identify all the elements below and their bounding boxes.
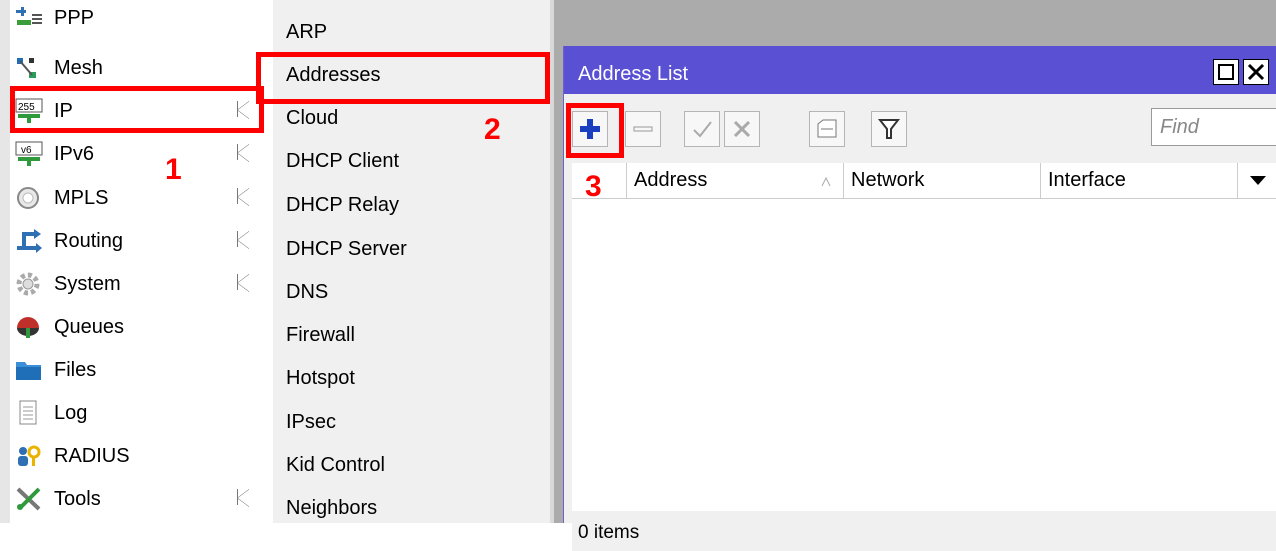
ppp-icon: [14, 5, 44, 31]
window-title: Address List: [578, 63, 689, 85]
comment-button[interactable]: [809, 111, 845, 147]
folder-icon: [14, 357, 44, 383]
disable-x-icon: [733, 120, 751, 138]
menu-label: Log: [54, 401, 88, 424]
disable-button[interactable]: [724, 111, 760, 147]
ipv6-icon: v6: [14, 141, 44, 167]
filter-icon: [877, 119, 901, 139]
menu-item-system[interactable]: System: [12, 266, 260, 302]
sort-indicator-icon: [821, 177, 831, 187]
menu-label: RADIUS: [54, 444, 130, 467]
menu-label: Mesh: [54, 56, 103, 79]
menu-label: Routing: [54, 229, 123, 252]
menu-strip: [0, 0, 10, 523]
chevron-right-icon: [237, 489, 249, 507]
main-menu: PPP Mesh 255 IP v6 IPv6 MPLS Routing Sys…: [0, 0, 265, 523]
menu-label: Tools: [54, 487, 101, 510]
menu-label: MPLS: [54, 186, 109, 209]
column-divider: [843, 163, 844, 199]
routing-icon: [14, 228, 44, 254]
filter-button[interactable]: [871, 111, 907, 147]
queues-icon: [14, 314, 44, 340]
address-table-body[interactable]: [572, 199, 1276, 511]
menu-label: Files: [54, 358, 97, 381]
submenu-item-dhcp-relay[interactable]: DHCP Relay: [286, 185, 536, 225]
mesh-icon: [14, 55, 44, 81]
remove-button[interactable]: [625, 111, 661, 147]
submenu-item-dhcp-server[interactable]: DHCP Server: [286, 229, 536, 269]
annotation-step-1: 1: [165, 153, 182, 186]
submenu-item-hotspot[interactable]: Hotspot: [286, 358, 536, 398]
desktop-edge: [550, 0, 554, 523]
column-header-interface[interactable]: Interface: [1040, 163, 1237, 199]
submenu-item-ipsec[interactable]: IPsec: [286, 402, 536, 442]
tools-icon: [14, 486, 44, 512]
annotation-box-addresses: [256, 52, 550, 104]
close-icon: [1247, 63, 1265, 81]
column-divider: [626, 163, 627, 199]
menu-item-radius[interactable]: RADIUS: [12, 438, 260, 474]
system-gear-icon: [14, 271, 44, 297]
annotation-step-2: 2: [484, 113, 501, 146]
annotation-box-add: [566, 103, 624, 158]
menu-item-mesh[interactable]: Mesh: [12, 50, 260, 86]
column-divider: [1237, 163, 1238, 199]
column-header-address[interactable]: Address: [626, 163, 843, 199]
maximize-icon: [1218, 64, 1234, 80]
menu-item-routing[interactable]: Routing: [12, 223, 260, 259]
submenu-item-firewall[interactable]: Firewall: [286, 315, 536, 355]
menu-label: PPP: [54, 6, 95, 29]
comment-icon: [817, 119, 837, 138]
annotation-step-3: 3: [585, 170, 602, 203]
menu-item-log[interactable]: Log: [12, 395, 260, 431]
window-titlebar[interactable]: Address List: [564, 46, 1276, 94]
column-header-network[interactable]: Network: [843, 163, 1040, 199]
column-label: Interface: [1048, 169, 1126, 191]
chevron-down-icon: [1250, 176, 1266, 185]
menu-item-queues[interactable]: Queues: [12, 309, 260, 345]
menu-item-files[interactable]: Files: [12, 352, 260, 388]
submenu-item-dhcp-client[interactable]: DHCP Client: [286, 141, 536, 181]
submenu-item-kid-control[interactable]: Kid Control: [286, 445, 536, 485]
annotation-box-ip: [10, 86, 264, 133]
log-icon: [14, 400, 44, 426]
menu-item-ipv6[interactable]: v6 IPv6: [12, 136, 260, 172]
chevron-right-icon: [237, 231, 249, 249]
menu-label: IPv6: [54, 142, 95, 165]
menu-item-tools[interactable]: Tools: [12, 481, 260, 517]
find-input[interactable]: Find: [1151, 108, 1276, 146]
maximize-button[interactable]: [1213, 59, 1239, 85]
column-chooser-button[interactable]: [1237, 163, 1276, 199]
enable-button[interactable]: [684, 111, 720, 147]
item-count: 0 items: [578, 522, 640, 543]
chevron-right-icon: [237, 188, 249, 206]
menu-item-ppp[interactable]: PPP: [12, 0, 260, 36]
ipv6-icon-text: v6: [21, 145, 32, 156]
chevron-right-icon: [237, 274, 249, 292]
address-list-window: Address List Find Address Network Interf…: [563, 46, 1276, 551]
submenu-item-dns[interactable]: DNS: [286, 272, 536, 312]
mpls-icon: [14, 185, 44, 211]
remove-icon: [633, 126, 653, 132]
close-button[interactable]: [1243, 59, 1269, 85]
enable-check-icon: [693, 121, 712, 138]
radius-users-icon: [14, 443, 44, 469]
status-bar: 0 items: [572, 511, 1276, 551]
menu-label: Queues: [54, 315, 125, 338]
chevron-right-icon: [237, 144, 249, 162]
column-divider: [1040, 163, 1041, 199]
menu-item-mpls[interactable]: MPLS: [12, 180, 260, 216]
column-label: Network: [851, 169, 925, 191]
submenu-item-neighbors[interactable]: Neighbors: [286, 488, 536, 528]
column-label: Address: [634, 169, 708, 191]
submenu-item-arp[interactable]: ARP: [286, 12, 536, 52]
menu-label: System: [54, 272, 121, 295]
